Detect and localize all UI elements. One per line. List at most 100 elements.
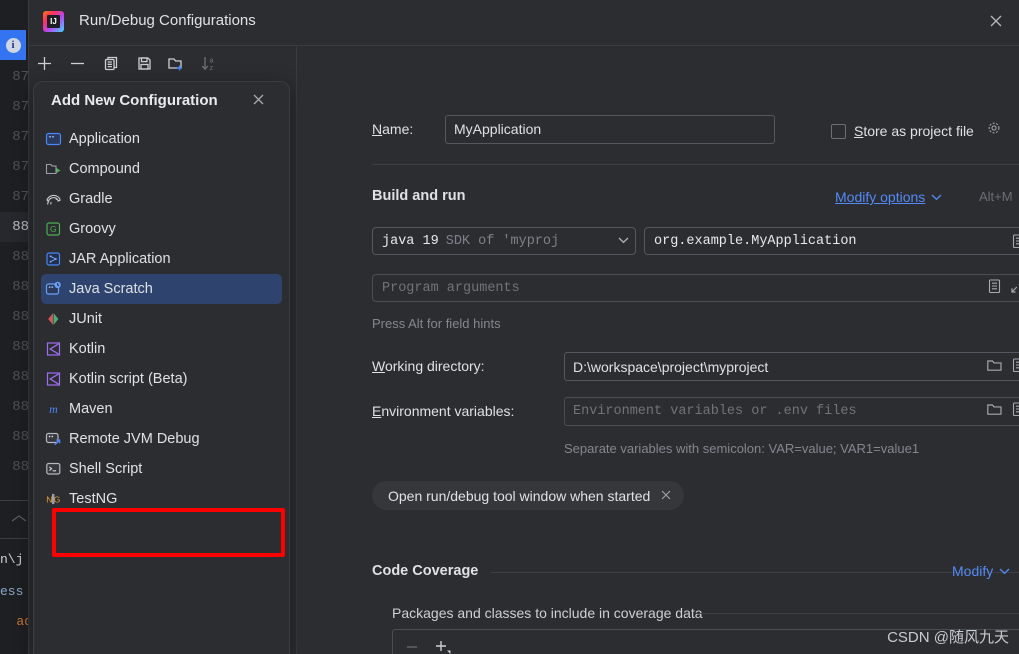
code-coverage-modify-label: Modify [952, 563, 994, 579]
gutter-line-number: 88 [12, 459, 29, 475]
new-folder-button[interactable] [164, 51, 188, 75]
remove-configuration-button[interactable] [65, 51, 89, 75]
screen: i 87 87 87 87 87 88 88 88 88 88 88 88 88 88 n\j ess a… [0, 0, 1019, 654]
svg-text:N: N [46, 495, 52, 505]
remove-package-button[interactable] [401, 637, 423, 654]
configuration-type-list[interactable]: Application Compound Gradle G Groovy JAR Appl… [34, 124, 289, 514]
program-arguments-input[interactable]: Program arguments [372, 274, 1019, 302]
config-type-label: JUnit [69, 311, 103, 327]
store-as-project-file-option[interactable]: Store as project file [831, 121, 1002, 141]
config-type-label: Groovy [69, 221, 116, 237]
config-type-item-remote-jvm-debug[interactable]: Remote JVM Debug [41, 424, 282, 454]
config-type-label: Shell Script [69, 461, 143, 477]
svg-text:a: a [210, 57, 214, 64]
gutter-line-number: 88 [0, 212, 30, 242]
modify-options-label: Modify options [835, 189, 926, 205]
dialog-titlebar: IJ Run/Debug Configurations [29, 0, 1019, 45]
sort-alpha-icon[interactable]: a z [197, 51, 221, 75]
config-type-item-shell-script[interactable]: Shell Script [41, 454, 282, 484]
popup-header: Add New Configuration [34, 82, 289, 122]
config-type-item-testng[interactable]: N G TestNG [41, 484, 282, 514]
config-type-item-gradle[interactable]: Gradle [41, 184, 282, 214]
gutter-line-number: 87 [12, 99, 29, 115]
save-configuration-button[interactable] [132, 51, 156, 75]
svg-text:z: z [210, 65, 214, 72]
program-arguments-placeholder: Program arguments [382, 280, 520, 296]
compound-icon [45, 161, 62, 178]
main-class-input[interactable]: org.example.MyApplication [644, 227, 1019, 255]
add-new-configuration-popup: Add New Configuration Application Compoun… [34, 82, 289, 654]
popup-title: Add New Configuration [51, 92, 218, 109]
chevron-up-icon[interactable] [8, 512, 27, 524]
application-icon [45, 131, 62, 148]
chevron-down-icon [931, 188, 942, 206]
gutter-line-number: 88 [12, 429, 29, 445]
build-and-run-title: Build and run [372, 188, 466, 204]
chevron-down-icon [614, 235, 629, 247]
environment-variables-hint: Separate variables with semicolon: VAR=v… [564, 441, 920, 456]
gradle-icon [45, 191, 62, 208]
config-type-item-groovy[interactable]: G Groovy [41, 214, 282, 244]
sdk-combobox[interactable]: java 19 SDK of 'myproj [372, 227, 636, 255]
config-type-label: Kotlin [69, 341, 106, 357]
code-coverage-modify-link[interactable]: Modify [952, 562, 1010, 580]
environment-variables-input[interactable]: Environment variables or .env files [564, 397, 1019, 426]
close-icon[interactable] [249, 92, 267, 110]
gear-icon[interactable] [987, 121, 1002, 141]
sdk-description: SDK of 'myproj [445, 233, 560, 249]
run-debug-configurations-dialog: IJ Run/Debug Configurations a z Add New … [28, 0, 1019, 654]
add-package-button[interactable] [431, 637, 455, 654]
name-label: Name: [372, 121, 414, 137]
config-type-label: Maven [69, 401, 113, 417]
working-directory-input[interactable]: D:\workspace\project\myproject [564, 352, 1019, 381]
main-class-value: org.example.MyApplication [654, 233, 857, 249]
expand-editor-icon[interactable] [1010, 278, 1019, 299]
add-configuration-button[interactable] [32, 51, 56, 75]
close-icon[interactable] [985, 12, 1007, 34]
config-type-item-jar-application[interactable]: JAR Application [41, 244, 282, 274]
remote-debug-icon [45, 431, 62, 448]
open-tool-window-chip[interactable]: Open run/debug tool window when started [372, 481, 685, 510]
coverage-packages-label: Packages and classes to include in cover… [392, 605, 703, 621]
java-scratch-icon [45, 281, 62, 298]
kotlin-icon [45, 371, 62, 388]
config-type-item-maven[interactable]: m Maven [41, 394, 282, 424]
gutter-line-number: 88 [12, 309, 29, 325]
config-type-item-junit[interactable]: JUnit [41, 304, 282, 334]
code-coverage-title: Code Coverage [372, 563, 479, 579]
gutter-line-number: 87 [12, 189, 29, 205]
testng-icon: NG [45, 491, 62, 508]
config-type-item-java-scratch[interactable]: Java Scratch [41, 274, 282, 304]
shell-script-icon [45, 461, 62, 478]
expand-list-icon[interactable] [987, 278, 1002, 299]
gutter-line-number: 88 [12, 369, 29, 385]
close-icon[interactable] [660, 488, 672, 504]
config-type-label: JAR Application [69, 251, 171, 267]
config-type-label: TestNG [69, 491, 118, 507]
gutter-line-number: 88 [12, 279, 29, 295]
gutter-line-number: 87 [12, 69, 29, 85]
field-hints-text: Press Alt for field hints [372, 316, 501, 331]
config-type-item-compound[interactable]: Compound [41, 154, 282, 184]
folder-icon[interactable] [986, 402, 1003, 422]
chevron-down-icon [999, 562, 1010, 580]
folder-icon[interactable] [986, 358, 1003, 376]
expand-list-icon[interactable] [1011, 357, 1019, 376]
gutter-line-number: 87 [12, 129, 29, 145]
junit-icon [45, 311, 62, 328]
store-as-project-file-checkbox[interactable] [831, 123, 846, 139]
copy-configuration-button[interactable] [99, 51, 123, 75]
config-type-item-application[interactable]: Application [41, 124, 282, 154]
configurations-toolbar: a z [29, 46, 296, 79]
info-toolwindow-button[interactable]: i [0, 30, 26, 60]
info-icon: i [5, 37, 21, 53]
divider [696, 613, 1019, 614]
expand-list-icon[interactable] [1011, 401, 1019, 422]
config-type-label: Compound [69, 161, 140, 177]
modify-options-link[interactable]: Modify options [835, 188, 942, 206]
config-type-item-kotlin-script-beta[interactable]: Kotlin script (Beta) [41, 364, 282, 394]
expand-list-icon[interactable] [1011, 233, 1019, 249]
annotation-rectangle [52, 508, 285, 557]
config-type-item-kotlin[interactable]: Kotlin [41, 334, 282, 364]
name-input[interactable]: MyApplication [445, 115, 775, 144]
